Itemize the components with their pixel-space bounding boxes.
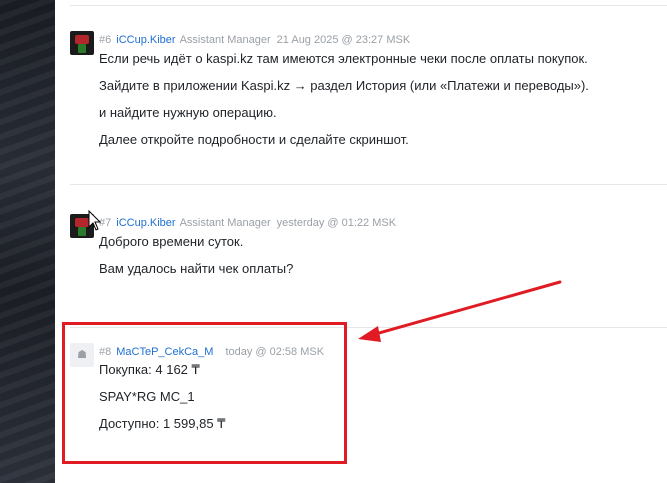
red-arrow-icon — [358, 280, 562, 342]
mouse-pointer-icon — [88, 210, 102, 231]
